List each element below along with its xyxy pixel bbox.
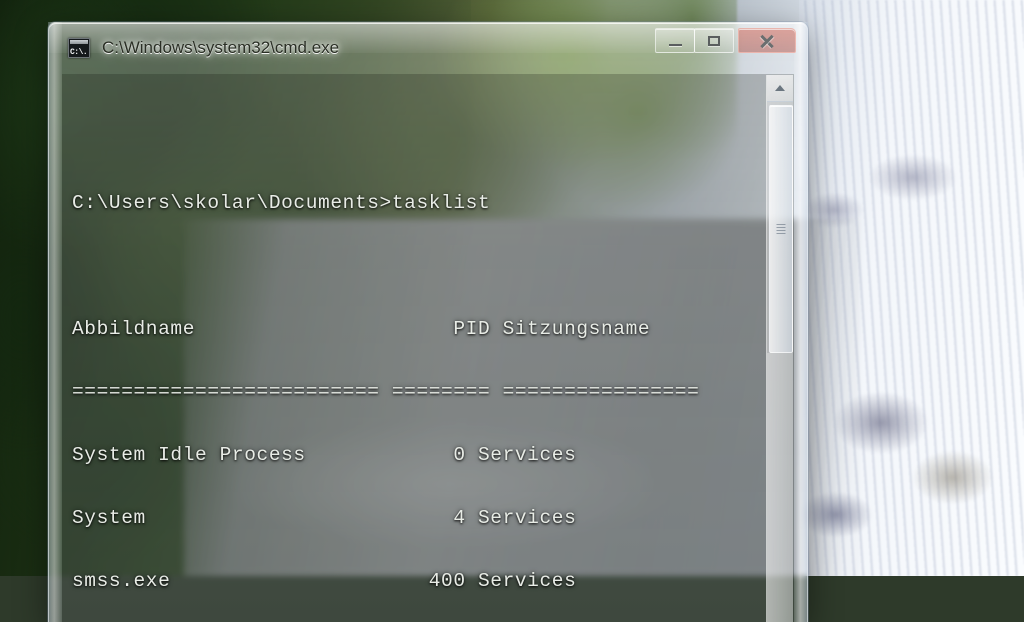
maximize-restore-icon [708,35,720,46]
wallpaper-rocks-lower [798,357,1004,576]
console-separator-line: ========================= ======== =====… [72,381,700,403]
scrollbar-grip-icon [776,224,786,234]
console-row: smss.exe 400 Services [72,570,577,592]
window-title: C:\Windows\system32\cmd.exe [102,38,340,57]
console-client-area[interactable]: C:\Users\skolar\Documents>tasklist Abbil… [62,74,794,622]
console-scrollbar[interactable] [766,75,793,622]
console-prompt-line: C:\Users\skolar\Documents>tasklist [72,192,491,214]
wallpaper-rocks-upper [788,126,1014,254]
scroll-up-arrow-icon [775,85,785,91]
console-row: System Idle Process 0 Services [72,444,577,466]
maximize-button[interactable] [694,28,734,53]
minimize-icon [668,43,682,46]
cmd-window[interactable]: C:\Windows\system32\cmd.exe C:\Users\sko… [48,22,808,622]
scrollbar-track[interactable] [767,353,793,622]
window-titlebar[interactable]: C:\Windows\system32\cmd.exe [48,22,808,74]
close-button[interactable] [738,28,796,53]
console-header-line: Abbildname PID Sitzungsname [72,318,651,340]
scroll-up-button[interactable] [767,75,793,102]
window-controls [655,28,796,53]
minimize-button[interactable] [655,28,695,53]
console-row: System 4 Services [72,507,577,529]
close-x-icon [759,33,775,49]
cmd-console-icon[interactable] [68,38,90,58]
scrollbar-thumb[interactable] [769,105,793,353]
console-output: C:\Users\skolar\Documents>tasklist Abbil… [72,88,754,622]
